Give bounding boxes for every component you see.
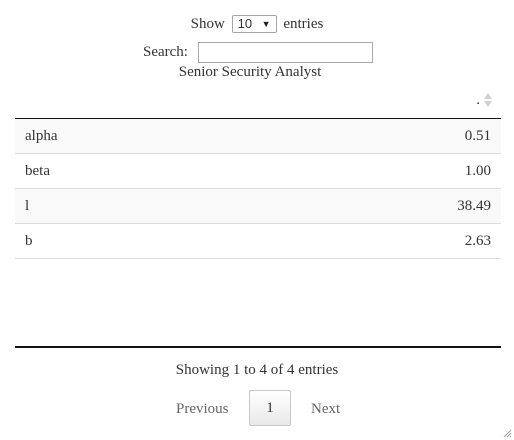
search-label: Search: [143,44,188,60]
row-value: 0.51 [464,128,491,144]
length-menu: Show 10 ▼ entries [0,13,514,35]
entries-per-page-select[interactable]: 10 ▼ [231,14,277,33]
row-value: 38.49 [457,198,491,214]
resize-grip-icon[interactable] [502,428,512,438]
next-button[interactable]: Next [311,400,340,418]
length-menu-prefix: Show [190,16,225,32]
table-row: alpha 0.51 [15,119,501,154]
search-input[interactable] [198,42,373,63]
row-value: 2.63 [464,233,491,249]
table-body: alpha 0.51 beta 1.00 l 38.49 b 2.63 [15,119,501,259]
value-column-header-text: . [476,91,480,108]
row-label: b [25,233,33,249]
chevron-down-icon: ▼ [261,18,271,29]
entries-per-page-value: 10 [237,15,253,31]
row-label: beta [25,163,50,179]
table-row: l 38.49 [15,189,501,224]
page-1-button[interactable]: 1 [249,390,291,426]
pagination: Previous 1 Next [0,390,514,428]
table-caption: Senior Security Analyst [178,64,322,80]
row-value: 1.00 [464,163,491,179]
row-label: l [25,198,30,214]
length-menu-suffix: entries [283,16,324,32]
table-row: beta 1.00 [15,154,501,189]
row-label: alpha [25,128,58,144]
table-row: b 2.63 [15,224,501,259]
table-info: Showing 1 to 4 of 4 entries [175,362,339,378]
value-column-header[interactable]: . [476,90,492,110]
sort-both-icon [484,92,492,108]
table-footer-divider [15,346,501,348]
previous-button[interactable]: Previous [176,400,229,418]
